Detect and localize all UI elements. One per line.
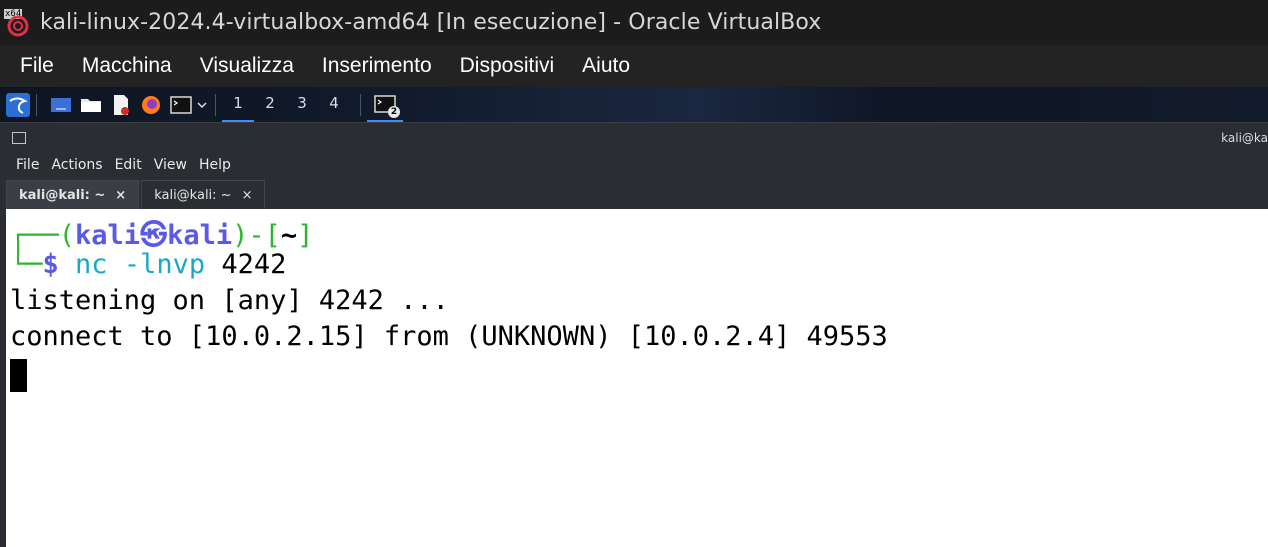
prompt-bracket-end: ] [297, 220, 314, 251]
host-menu-machine[interactable]: Macchina [82, 54, 172, 78]
panel-separator [360, 93, 361, 116]
terminal-taskbar-button[interactable]: 2 [367, 87, 403, 122]
window-title: kali-linux-2024.4-virtualbox-amd64 [In e… [40, 10, 822, 35]
workspace-2[interactable]: 2 [254, 87, 286, 122]
prompt-dir: ~ [280, 220, 298, 251]
terminal-menu-file[interactable]: File [16, 157, 39, 173]
kali-menu-icon[interactable] [6, 92, 30, 117]
prompt-line-1: ┌──(kali㉿kali)-[~] [10, 213, 313, 252]
terminal-title: kali@ka [1221, 131, 1268, 145]
workspace-1[interactable]: 1 [222, 87, 254, 122]
terminal-cursor [10, 359, 27, 392]
prompt-corner: ┌──( [10, 220, 76, 251]
terminal-menu-edit[interactable]: Edit [115, 157, 142, 173]
prompt-line-2: └─$ nc -lnvp 4242 [10, 249, 286, 280]
close-icon[interactable]: × [242, 188, 253, 203]
host-menu-input[interactable]: Inserimento [322, 54, 432, 78]
terminal-launcher-icon[interactable] [169, 93, 193, 117]
window-title-bar: x64 kali-linux-2024.4-virtualbox-amd64 [… [0, 0, 1268, 45]
terminal-menu-bar: File Actions Edit View Help [0, 152, 1268, 178]
prompt-corner-bottom: └─ [10, 249, 43, 280]
virtualbox-logo-icon: x64 [4, 8, 32, 37]
prompt-host: kali [167, 220, 233, 251]
close-icon[interactable]: × [115, 188, 126, 203]
host-menu-bar: File Macchina Visualizza Inserimento Dis… [0, 45, 1268, 87]
panel-separator [36, 93, 37, 116]
tab-label: kali@kali: ~ [154, 187, 232, 203]
terminal-output-area[interactable]: ┌──(kali㉿kali)-[~] └─$ nc -lnvp 4242 lis… [0, 209, 1268, 547]
text-editor-icon[interactable] [109, 93, 133, 117]
tab-label: kali@kali: ~ [19, 187, 106, 203]
prompt-user: kali [75, 220, 141, 251]
workspace-3[interactable]: 3 [286, 87, 318, 122]
kali-top-panel: 1 2 3 4 2 [0, 87, 1268, 122]
terminal-title-bar: kali@ka [0, 122, 1268, 152]
firefox-icon[interactable] [139, 93, 163, 117]
terminal-menu-view[interactable]: View [154, 157, 187, 173]
output-line-1: listening on [any] 4242 ... [10, 285, 449, 316]
workspace-4[interactable]: 4 [318, 87, 350, 122]
command-port: 4242 [205, 249, 287, 280]
terminal-window-icon [12, 132, 26, 144]
window-count-badge: 2 [388, 106, 400, 118]
terminal-tab-1[interactable]: kali@kali: ~ × [6, 180, 140, 209]
terminal-tab-bar: kali@kali: ~ × kali@kali: ~ × [0, 178, 1268, 209]
show-desktop-icon[interactable] [49, 93, 73, 117]
host-menu-file[interactable]: File [20, 54, 54, 78]
command-name: nc [75, 249, 108, 280]
file-manager-icon[interactable] [79, 93, 103, 117]
host-menu-help[interactable]: Aiuto [582, 54, 630, 78]
prompt-at-symbol: ㉿ [140, 220, 168, 251]
terminal-tab-2[interactable]: kali@kali: ~ × [141, 180, 266, 209]
panel-separator [215, 93, 216, 116]
chevron-down-icon[interactable] [195, 93, 209, 117]
terminal-menu-help[interactable]: Help [199, 157, 231, 173]
prompt-dollar: $ [42, 249, 59, 280]
host-menu-devices[interactable]: Dispositivi [460, 54, 555, 78]
prompt-bracket: )-[ [232, 220, 281, 251]
terminal-menu-actions[interactable]: Actions [51, 157, 102, 173]
host-menu-view[interactable]: Visualizza [200, 54, 294, 78]
command-args: -lnvp [107, 249, 206, 280]
output-line-2: connect to [10.0.2.15] from (UNKNOWN) [1… [10, 321, 888, 352]
